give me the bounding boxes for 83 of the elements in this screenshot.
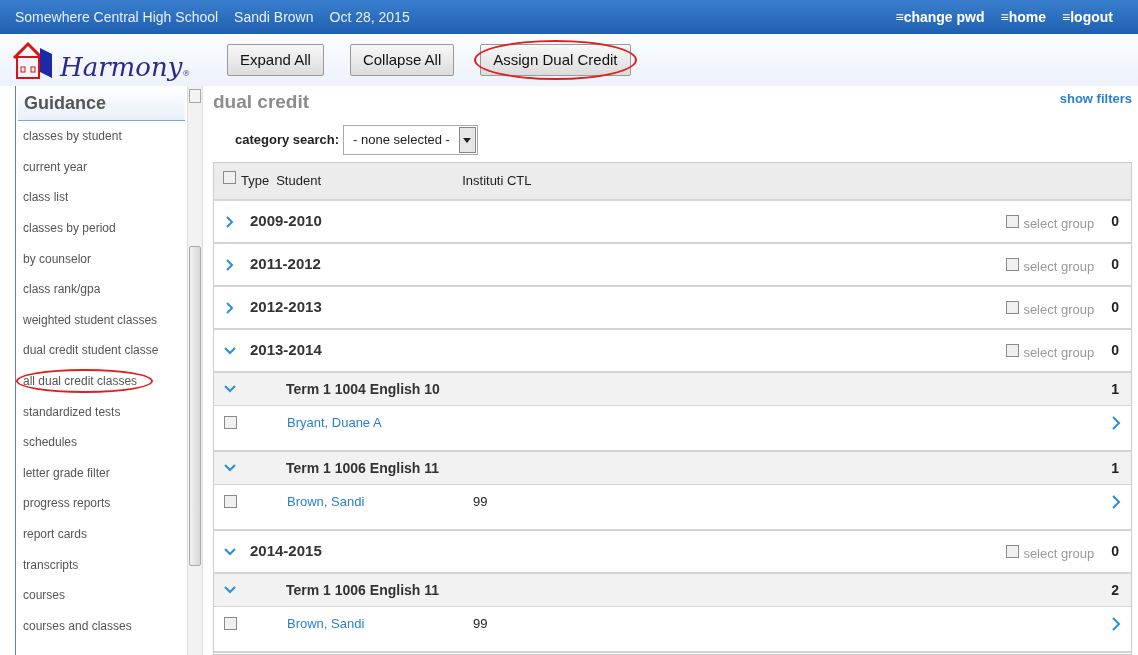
sidebar-link[interactable]: progress reports xyxy=(16,494,111,513)
sidebar-link[interactable]: letter grade filter xyxy=(16,463,110,482)
chevron-down-icon[interactable] xyxy=(224,462,236,474)
select-group-label: select group xyxy=(1023,257,1095,276)
group-checkbox[interactable] xyxy=(1006,258,1020,271)
chevron-down-icon[interactable] xyxy=(224,344,236,357)
term-group-row[interactable]: Term 1 1006 English 11 2 xyxy=(214,574,1131,607)
term-count: 1 xyxy=(1111,379,1119,399)
term-label: Term 1 1006 English 11 xyxy=(286,580,440,600)
sidebar-link[interactable]: class list xyxy=(16,188,69,207)
chevron-right-icon[interactable] xyxy=(224,258,236,271)
select-group-label: select group xyxy=(1023,343,1095,362)
year-label: 2012-2013 xyxy=(250,297,322,318)
term-count: 1 xyxy=(1111,458,1119,478)
term-group-row[interactable]: Term 1 1004 English 10 1 xyxy=(214,373,1131,406)
group-count: 0 xyxy=(1111,255,1119,274)
term-label: Term 1 1004 English 10 xyxy=(286,379,440,399)
group-checkbox[interactable] xyxy=(1006,545,1020,558)
select-group-label: select group xyxy=(1023,300,1095,319)
toolbar-button[interactable]: Assign Dual Credit xyxy=(480,44,631,76)
nav-link[interactable]: ≡home xyxy=(1000,6,1047,28)
chevron-right-icon[interactable] xyxy=(1111,416,1121,430)
row-checkbox[interactable] xyxy=(224,495,237,508)
year-label: 2009-2010 xyxy=(250,211,322,232)
group-count: 0 xyxy=(1111,542,1119,561)
chevron-down-icon[interactable] xyxy=(224,584,236,596)
student-link[interactable]: Bryant, Duane A xyxy=(287,413,473,433)
term-label: Term 1 1006 English 11 xyxy=(286,458,440,478)
ctl-cell-text: 99 xyxy=(473,615,488,633)
year-label: 2014-2015 xyxy=(250,541,322,562)
term-count: 2 xyxy=(1111,580,1119,600)
chevron-right-icon[interactable] xyxy=(224,301,236,314)
column-header: Student xyxy=(276,172,322,190)
group-checkbox[interactable] xyxy=(1006,301,1020,314)
row-checkbox[interactable] xyxy=(224,416,237,429)
sidebar-link[interactable]: all dual credit classes xyxy=(16,372,138,391)
student-link[interactable]: Brown, Sandi xyxy=(287,492,473,512)
category-label: category search: xyxy=(235,131,340,150)
date-text: Oct 28, 2015 xyxy=(329,7,410,27)
select-all-checkbox[interactable] xyxy=(223,171,236,184)
group-checkbox[interactable] xyxy=(1006,215,1020,228)
toolbar-button[interactable]: Expand All xyxy=(227,44,324,76)
term-group-row[interactable]: Term 1 1006 English 11 1 xyxy=(214,452,1131,485)
sidebar-link[interactable]: standardized tests xyxy=(16,402,121,421)
select-group-label: select group xyxy=(1023,214,1095,233)
show-filters-link[interactable]: show filters xyxy=(1059,89,1132,109)
sidebar-link[interactable]: report cards xyxy=(16,525,88,543)
student-link[interactable]: Brown, Sandi xyxy=(287,614,473,634)
user-name: Sandi Brown xyxy=(234,7,314,27)
row-checkbox[interactable] xyxy=(224,617,237,630)
logo-text: Harmony® xyxy=(60,54,191,80)
sidebar-link[interactable]: transcripts xyxy=(16,555,79,574)
sidebar-link[interactable]: weighted student classes xyxy=(16,310,158,329)
select-group-label: select group xyxy=(1023,544,1095,563)
ctl-cell-text: 99 xyxy=(473,493,488,511)
group-count: 0 xyxy=(1111,341,1119,360)
sidebar-link[interactable]: courses and classes xyxy=(16,616,132,635)
toolbar-button[interactable]: Collapse All xyxy=(349,44,455,76)
chevron-right-icon[interactable] xyxy=(224,215,236,228)
sidebar-link[interactable]: courses xyxy=(16,586,66,605)
group-checkbox[interactable] xyxy=(1006,344,1020,357)
category-dropdown[interactable]: - none selected - xyxy=(343,125,478,155)
page-title: dual credit xyxy=(213,89,310,114)
sidebar-link[interactable]: schedules xyxy=(16,433,78,452)
nav-link[interactable]: ≡logout xyxy=(1062,6,1113,28)
sidebar-link[interactable]: by counselor xyxy=(16,249,92,268)
group-count: 0 xyxy=(1111,298,1119,317)
sidebar-link[interactable]: dual credit student classe xyxy=(16,341,159,360)
sidebar-link[interactable]: classes by student xyxy=(16,127,122,146)
chevron-right-icon[interactable] xyxy=(1111,495,1121,509)
column-header: Type xyxy=(241,172,270,190)
year-label: 2013-2014 xyxy=(250,340,322,361)
sidebar-link[interactable]: current year xyxy=(16,157,88,176)
chevron-down-icon[interactable] xyxy=(224,383,236,395)
sidebar-link[interactable]: classes by period xyxy=(16,219,116,238)
chevron-right-icon[interactable] xyxy=(1111,617,1121,631)
chevron-down-icon[interactable] xyxy=(224,545,236,558)
year-label: 2011-2012 xyxy=(250,254,321,275)
column-header: Instituti CTL xyxy=(462,172,532,190)
school-name: Somewhere Central High School xyxy=(15,7,219,27)
nav-link[interactable]: ≡change pwd xyxy=(895,6,985,28)
sidebar-link[interactable]: class rank/gpa xyxy=(16,280,101,299)
group-count: 0 xyxy=(1111,212,1119,231)
